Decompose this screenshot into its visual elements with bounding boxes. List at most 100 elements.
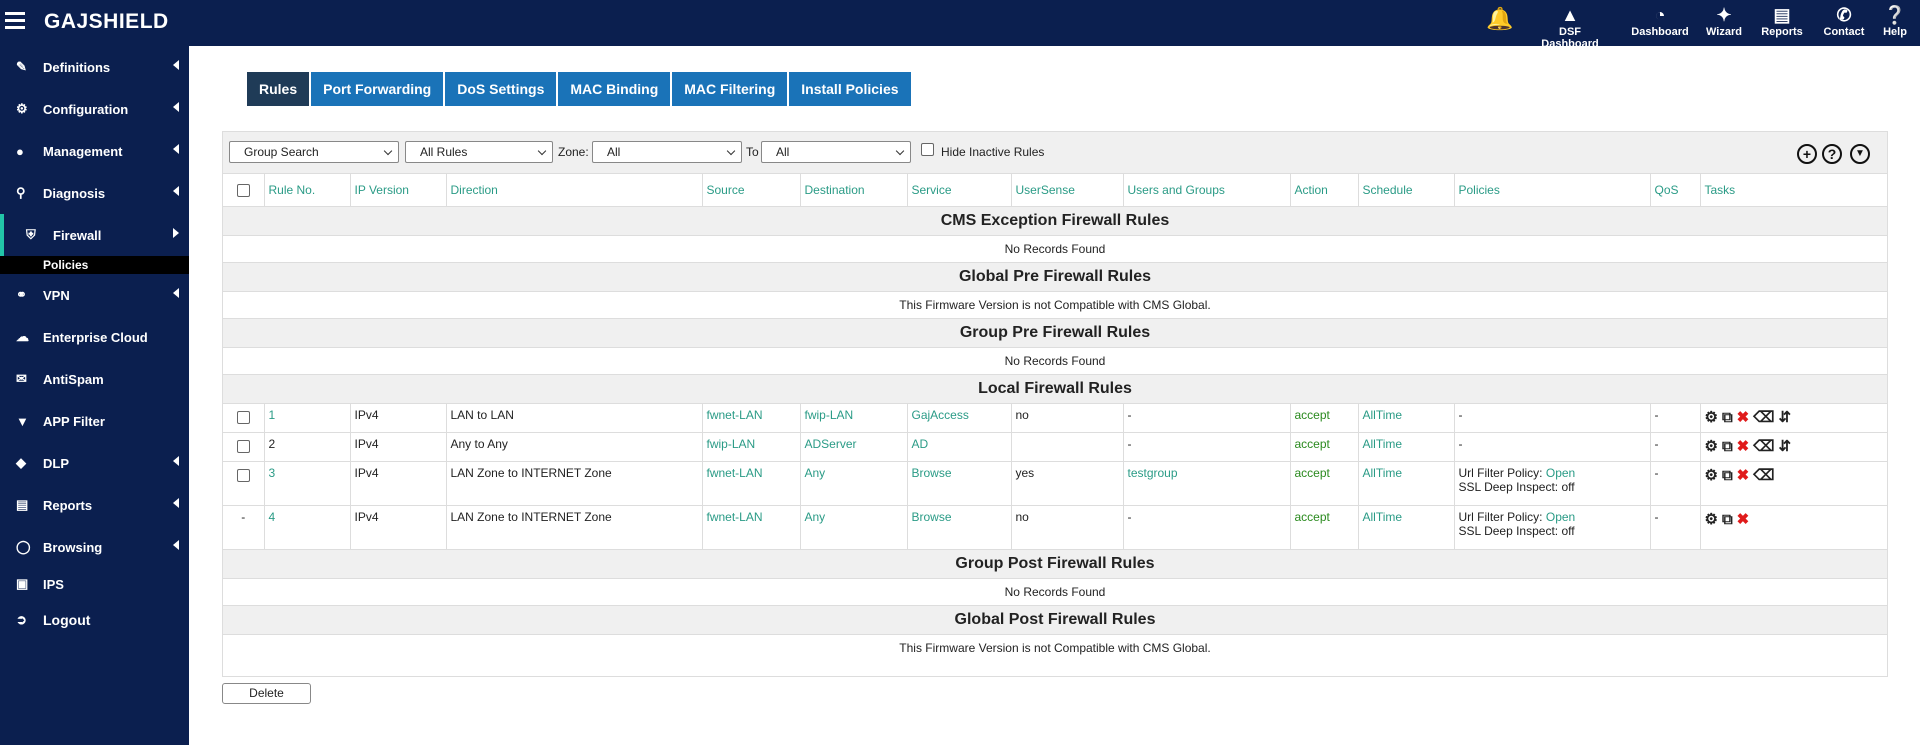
tab-mac-filtering[interactable]: MAC Filtering [672, 72, 788, 106]
schedule-link[interactable]: AllTime [1358, 432, 1455, 462]
col-source[interactable]: Source [702, 174, 801, 207]
zone-label: Zone: [558, 145, 589, 159]
copy-icon[interactable]: ⧉ [1722, 467, 1733, 484]
hamburger-menu-icon[interactable] [5, 12, 25, 30]
copy-icon[interactable]: ⧉ [1722, 409, 1733, 426]
tab-rules[interactable]: Rules [247, 72, 310, 106]
sidebar-item-app-filter[interactable]: ▼ APP Filter [0, 400, 189, 442]
sidebar-item-vpn[interactable]: ⚭ VPN [0, 274, 189, 316]
rule-no-link[interactable]: 1 [264, 403, 351, 433]
nav-wizard[interactable]: ✦ Wizard [1704, 4, 1744, 38]
sidebar-item-firewall[interactable]: ⛨ Firewall [0, 214, 189, 256]
filter-toolbar: Group Search All Rules Zone: All To All … [223, 132, 1887, 174]
sidebar-item-logout[interactable]: ➲ Logout [0, 600, 189, 640]
col-qos[interactable]: QoS [1650, 174, 1701, 207]
sidebar-item-browsing[interactable]: ◯ Browsing [0, 526, 189, 568]
row-checkbox[interactable] [236, 410, 250, 424]
settings-icon[interactable]: ⚙ [1705, 510, 1718, 528]
section-group-post: Group Post Firewall Rules [223, 549, 1887, 579]
settings-icon[interactable]: ⚙ [1705, 408, 1718, 426]
col-destination[interactable]: Destination [800, 174, 908, 207]
col-ip-version[interactable]: IP Version [350, 174, 447, 207]
move-icon[interactable]: ⇵ [1778, 408, 1791, 426]
zone-select[interactable]: All [592, 141, 742, 163]
col-tasks: Tasks [1700, 174, 1887, 207]
col-service[interactable]: Service [907, 174, 1012, 207]
source-link[interactable]: fwnet-LAN [702, 403, 801, 433]
source-link[interactable]: fwnet-LAN [702, 461, 801, 506]
tab-install-policies[interactable]: Install Policies [789, 72, 911, 106]
sidebar-item-antispam[interactable]: ✉ AntiSpam [0, 358, 189, 400]
help-icon[interactable]: ? [1822, 144, 1842, 164]
source-link[interactable]: fwip-LAN [702, 432, 801, 462]
disable-icon[interactable]: ✖ [1737, 408, 1750, 426]
tab-dos-settings[interactable]: DoS Settings [445, 72, 557, 106]
col-usersense[interactable]: UserSense [1011, 174, 1124, 207]
users-groups-link[interactable]: testgroup [1123, 461, 1291, 506]
rule-no-link[interactable]: 3 [264, 461, 351, 506]
col-direction[interactable]: Direction [446, 174, 703, 207]
sidebar-item-ips[interactable]: ▣ IPS [0, 568, 189, 600]
destination-link[interactable]: Any [800, 461, 908, 506]
nav-reports[interactable]: ▤ Reports [1760, 4, 1804, 38]
settings-icon[interactable]: ⚙ [1705, 437, 1718, 455]
rules-filter-select[interactable]: All Rules [405, 141, 553, 163]
delete-icon[interactable]: ⌫ [1753, 437, 1774, 455]
service-link[interactable]: GajAccess [907, 403, 1012, 433]
document-icon: ▤ [1773, 5, 1791, 25]
destination-link[interactable]: fwip-LAN [800, 403, 908, 433]
select-all-checkbox[interactable] [236, 183, 250, 197]
copy-icon[interactable]: ⧉ [1722, 511, 1733, 528]
source-link[interactable]: fwnet-LAN [702, 505, 801, 550]
sidebar-item-diagnosis[interactable]: ⚲ Diagnosis [0, 172, 189, 214]
move-icon[interactable]: ⇵ [1778, 437, 1791, 455]
settings-icon[interactable]: ⚙ [1705, 466, 1718, 484]
row-checkbox[interactable] [236, 468, 250, 482]
col-rule-no[interactable]: Rule No. [264, 174, 351, 207]
disable-icon[interactable]: ✖ [1737, 437, 1750, 455]
table-row: 1 IPv4 LAN to LAN fwnet-LAN fwip-LAN Gaj… [223, 403, 1887, 433]
nav-help[interactable]: ❔ Help [1880, 4, 1910, 38]
schedule-link[interactable]: AllTime [1358, 403, 1455, 433]
group-search-select[interactable]: Group Search [229, 141, 399, 163]
schedule-link[interactable]: AllTime [1358, 505, 1455, 550]
add-icon[interactable]: + [1797, 144, 1817, 164]
sidebar-item-management[interactable]: ● Management [0, 130, 189, 172]
schedule-link[interactable]: AllTime [1358, 461, 1455, 506]
col-policies[interactable]: Policies [1454, 174, 1651, 207]
service-link[interactable]: Browse [907, 461, 1012, 506]
filter-icon[interactable]: ▼ [1850, 144, 1870, 164]
service-link[interactable]: AD [907, 432, 1012, 462]
delete-icon[interactable]: ⌫ [1753, 408, 1774, 426]
nav-dsf-dashboard[interactable]: ▲ DSF Dashboard [1530, 4, 1610, 50]
sidebar-item-dlp[interactable]: ◆ DLP [0, 442, 189, 484]
hide-inactive-checkbox[interactable] [921, 143, 934, 156]
nav-dashboard[interactable]: ◔ Dashboard [1628, 4, 1692, 38]
col-schedule[interactable]: Schedule [1358, 174, 1455, 207]
copy-icon[interactable]: ⧉ [1722, 438, 1733, 455]
rule-no-link[interactable]: 4 [264, 505, 351, 550]
col-action[interactable]: Action [1290, 174, 1359, 207]
url-filter-policy-link[interactable]: Open [1546, 510, 1575, 524]
nav-contact[interactable]: ✆ Contact [1822, 4, 1866, 38]
sidebar-subitem-policies[interactable]: Policies [0, 256, 189, 274]
destination-link[interactable]: ADServer [800, 432, 908, 462]
service-link[interactable]: Browse [907, 505, 1012, 550]
bell-icon[interactable]: 🔔 [1486, 6, 1513, 32]
delete-icon[interactable]: ⌫ [1753, 466, 1774, 484]
row-checkbox[interactable] [236, 439, 250, 453]
disable-icon[interactable]: ✖ [1737, 510, 1750, 528]
sidebar-item-reports[interactable]: ▤ Reports [0, 484, 189, 526]
delete-button[interactable]: Delete [222, 683, 311, 704]
to-zone-select[interactable]: All [761, 141, 911, 163]
sidebar-item-definitions[interactable]: ✎ Definitions [0, 46, 189, 88]
sidebar-item-configuration[interactable]: ⚙ Configuration [0, 88, 189, 130]
report-icon: ▤ [16, 497, 29, 512]
tab-port-forwarding[interactable]: Port Forwarding [311, 72, 444, 106]
tab-mac-binding[interactable]: MAC Binding [558, 72, 671, 106]
sidebar-item-enterprise-cloud[interactable]: ☁ Enterprise Cloud [0, 316, 189, 358]
disable-icon[interactable]: ✖ [1737, 466, 1750, 484]
col-users-groups[interactable]: Users and Groups [1123, 174, 1291, 207]
destination-link[interactable]: Any [800, 505, 908, 550]
url-filter-policy-link[interactable]: Open [1546, 466, 1575, 480]
